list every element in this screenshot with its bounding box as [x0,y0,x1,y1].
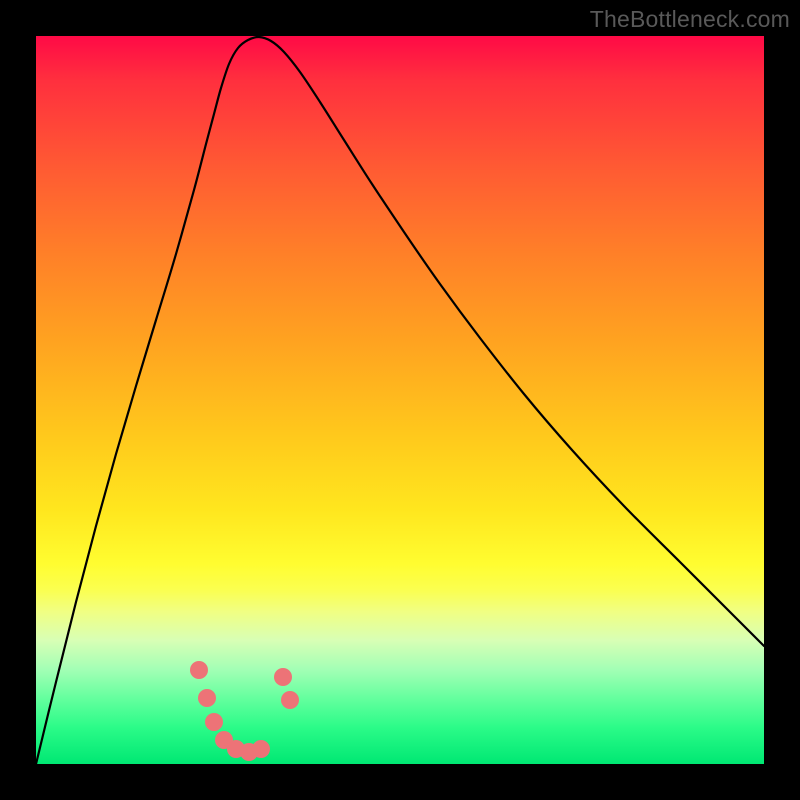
threshold-marker [252,740,270,758]
threshold-marker [274,668,292,686]
curve-svg [36,36,764,764]
threshold-marker [281,691,299,709]
threshold-marker [198,689,216,707]
threshold-marker [190,661,208,679]
watermark-text: TheBottleneck.com [590,6,790,33]
bottleneck-curve [36,37,764,764]
chart-frame: TheBottleneck.com [0,0,800,800]
threshold-marker [205,713,223,731]
threshold-markers-group [190,661,299,761]
plot-area [36,36,764,764]
